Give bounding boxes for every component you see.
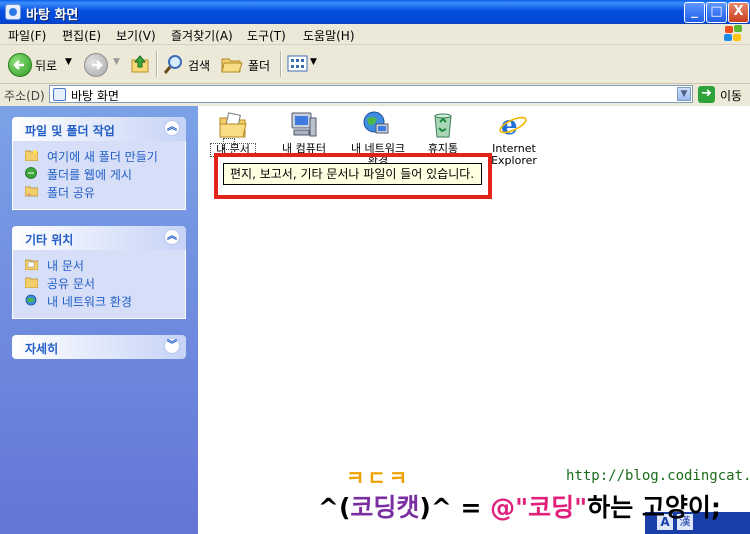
place-network[interactable]: 내 네트워크 환경 bbox=[13, 292, 185, 310]
collapse-chevron-icon[interactable]: ︽ bbox=[164, 120, 180, 136]
menu-file[interactable]: 파일(F) bbox=[8, 27, 46, 44]
title-bar[interactable]: 바탕 화면 _ □ X bbox=[0, 0, 750, 24]
file-folder-tasks-title: 파일 및 폴더 작업 bbox=[25, 124, 115, 138]
shared-documents-icon bbox=[25, 277, 38, 288]
other-places-header[interactable]: 기타 위치 ︽ bbox=[12, 226, 186, 250]
folders-icon[interactable] bbox=[220, 53, 244, 75]
windows-flag-icon bbox=[724, 25, 744, 43]
views-icon[interactable] bbox=[287, 54, 309, 74]
recycle-bin-icon[interactable] bbox=[428, 110, 458, 140]
address-value[interactable]: 바탕 화면 bbox=[71, 87, 119, 104]
share-folder-icon bbox=[25, 186, 38, 197]
menu-help[interactable]: 도움말(H) bbox=[303, 27, 355, 44]
expand-chevron-icon[interactable]: ︾ bbox=[164, 338, 180, 354]
my-documents-icon[interactable] bbox=[218, 110, 248, 140]
place-my-documents[interactable]: 내 문서 bbox=[13, 256, 185, 274]
task-share-folder[interactable]: 폴더 공유 bbox=[13, 183, 185, 201]
search-icon[interactable] bbox=[163, 53, 185, 75]
close-button[interactable]: X bbox=[728, 2, 749, 23]
menu-tools[interactable]: 도구(T) bbox=[247, 27, 286, 44]
desktop-icon bbox=[53, 88, 66, 101]
ie-icon[interactable]: e bbox=[498, 110, 528, 140]
file-folder-tasks-panel: 파일 및 폴더 작업 ︽ 여기에 새 폴더 만들기 폴더를 웹에 게시 폴더 공… bbox=[12, 117, 186, 210]
focus-marker bbox=[223, 138, 235, 150]
address-input[interactable]: 바탕 화면 ▼ bbox=[49, 85, 693, 103]
details-title: 자세히 bbox=[25, 342, 59, 356]
window-icon bbox=[5, 4, 21, 20]
forward-dropdown-icon[interactable]: ▼ bbox=[113, 57, 120, 67]
folders-label[interactable]: 폴더 bbox=[248, 57, 270, 74]
details-panel: 자세히 ︾ bbox=[12, 335, 186, 359]
search-label[interactable]: 검색 bbox=[188, 57, 210, 74]
maximize-button[interactable]: □ bbox=[706, 2, 727, 23]
back-dropdown-icon[interactable]: ▼ bbox=[65, 57, 72, 67]
my-computer-icon[interactable] bbox=[288, 110, 318, 140]
place-shared-documents-label[interactable]: 공유 문서 bbox=[47, 275, 95, 292]
task-publish-web[interactable]: 폴더를 웹에 게시 bbox=[13, 165, 185, 183]
watermark-slogan: ^(코딩캣)^ = @"코딩"하는 고양이; bbox=[318, 488, 721, 524]
tooltip: 편지, 보고서, 기타 문서나 파일이 들어 있습니다. bbox=[223, 163, 482, 185]
watermark-brand: 코딩캣 bbox=[350, 493, 420, 522]
explorer-window: 바탕 화면 _ □ X 파일(F) 편집(E) 보기(V) 즐겨찾기(A) 도구… bbox=[0, 0, 750, 534]
publish-web-icon bbox=[25, 167, 37, 179]
up-folder-icon[interactable] bbox=[129, 53, 151, 75]
place-network-label[interactable]: 내 네트워크 환경 bbox=[47, 293, 132, 310]
network-icon[interactable] bbox=[361, 110, 391, 140]
task-pane: 파일 및 폴더 작업 ︽ 여기에 새 폴더 만들기 폴더를 웹에 게시 폴더 공… bbox=[0, 106, 198, 534]
watermark-jamo: ㅋㄷㅋ bbox=[346, 466, 411, 490]
watermark-part: )^ = bbox=[419, 493, 491, 522]
details-header[interactable]: 자세히 ︾ bbox=[12, 335, 186, 359]
place-shared-documents[interactable]: 공유 문서 bbox=[13, 274, 185, 292]
watermark-at: @"코딩" bbox=[490, 493, 588, 522]
menu-bar: 파일(F) 편집(E) 보기(V) 즐겨찾기(A) 도구(T) 도움말(H) bbox=[0, 24, 750, 45]
forward-arrow-icon[interactable] bbox=[84, 53, 108, 77]
back-arrow-icon[interactable] bbox=[8, 53, 32, 77]
go-arrow-icon[interactable]: ➜ bbox=[698, 86, 715, 103]
network-icon bbox=[25, 294, 37, 306]
task-new-folder[interactable]: 여기에 새 폴더 만들기 bbox=[13, 147, 185, 165]
watermark-url: http://blog.codingcat.kr/ bbox=[566, 468, 750, 484]
collapse-chevron-icon[interactable]: ︽ bbox=[164, 229, 180, 245]
desktop-item-label[interactable]: Internet Explorer bbox=[484, 143, 544, 167]
toolbar: 뒤로 ▼ ▼ 검색 폴더 ▼ bbox=[0, 45, 750, 84]
address-label: 주소(D) bbox=[4, 89, 45, 103]
window-title: 바탕 화면 bbox=[26, 8, 79, 23]
other-places-panel: 기타 위치 ︽ 내 문서 공유 문서 내 네트워크 환경 bbox=[12, 226, 186, 319]
back-label[interactable]: 뒤로 bbox=[35, 57, 57, 74]
task-new-folder-label[interactable]: 여기에 새 폴더 만들기 bbox=[47, 148, 158, 165]
other-places-title: 기타 위치 bbox=[25, 233, 74, 247]
watermark-part: ^( bbox=[318, 493, 351, 522]
my-documents-icon bbox=[25, 259, 38, 270]
watermark-part: 하는 고양이; bbox=[587, 493, 721, 522]
go-button[interactable]: 이동 bbox=[720, 87, 742, 104]
file-folder-tasks-header[interactable]: 파일 및 폴더 작업 ︽ bbox=[12, 117, 186, 141]
task-share-folder-label[interactable]: 폴더 공유 bbox=[47, 184, 95, 201]
menu-edit[interactable]: 편집(E) bbox=[62, 27, 101, 44]
minimize-button[interactable]: _ bbox=[684, 2, 705, 23]
menu-view[interactable]: 보기(V) bbox=[116, 27, 156, 44]
task-publish-web-label[interactable]: 폴더를 웹에 게시 bbox=[47, 166, 132, 183]
menu-favorites[interactable]: 즐겨찾기(A) bbox=[171, 27, 233, 44]
views-dropdown-icon[interactable]: ▼ bbox=[310, 57, 317, 67]
place-my-documents-label[interactable]: 내 문서 bbox=[47, 257, 84, 274]
address-dropdown-icon[interactable]: ▼ bbox=[677, 87, 691, 101]
address-bar: 주소(D) 바탕 화면 ▼ ➜ 이동 bbox=[0, 84, 750, 107]
new-folder-icon bbox=[25, 150, 38, 161]
